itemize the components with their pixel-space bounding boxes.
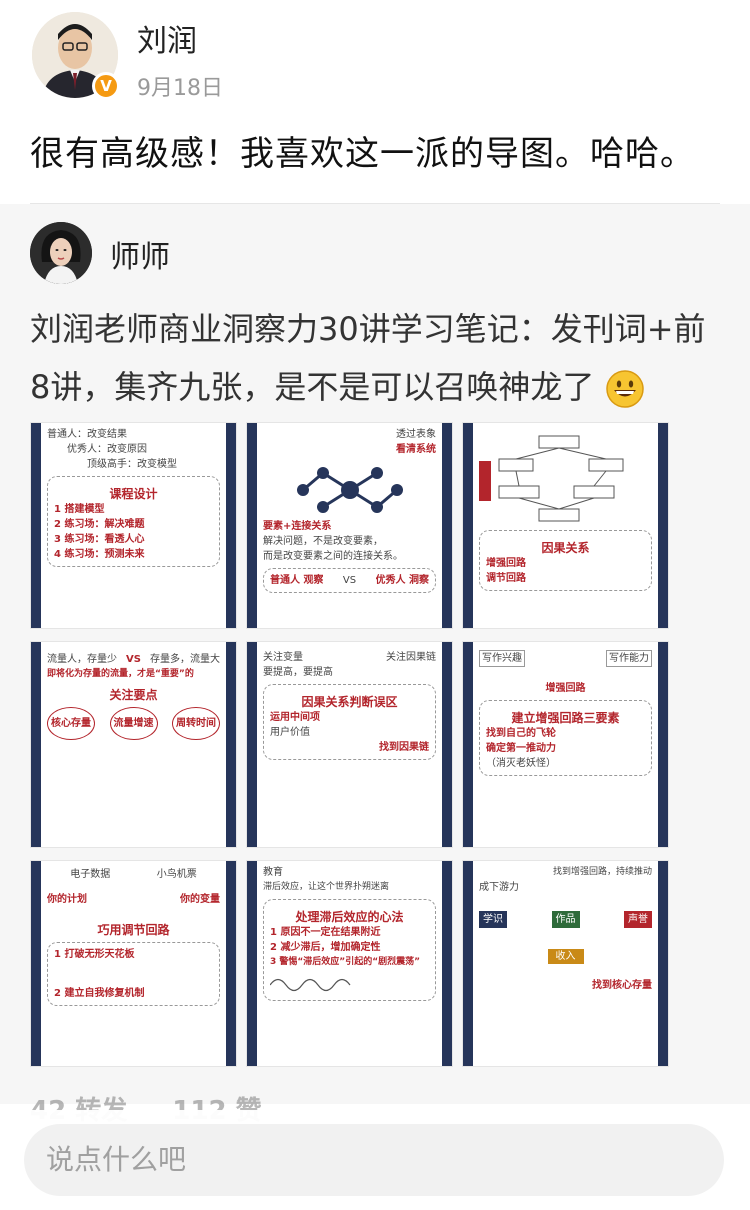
tile-item: （消灭老妖怪） xyxy=(486,758,556,769)
tile-text: 流量人，存量少 xyxy=(47,654,117,665)
tile-item: 4 练习场：预测未来 xyxy=(54,549,145,560)
mindmap-image-6[interactable]: 写作兴趣 写作能力 增强回路 建立增强回路三要素 找到自己的飞轮 确定第一推动力… xyxy=(462,641,669,848)
tile-text: 你的计划 xyxy=(47,894,87,905)
tile-item: 确定第一推动力 xyxy=(486,743,556,754)
tile-text: 关注因果链 xyxy=(386,652,436,663)
verified-badge-icon: V xyxy=(92,72,120,100)
tile-item: 周转时间 xyxy=(172,707,220,740)
tile-title: 找到核心存量 xyxy=(592,980,652,991)
tile-text: 你的变量 xyxy=(180,894,220,905)
tile-text: VS xyxy=(126,654,141,665)
tile-title: 因果关系判断误区 xyxy=(301,695,398,709)
reposted-content[interactable]: 师师 刘润老师商业洞察力30讲学习笔记：发刊词+前8讲，集齐九张，是不是可以召唤… xyxy=(0,204,750,1104)
tile-item: 3 练习场：看透人心 xyxy=(54,534,145,545)
mindmap-image-1[interactable]: 普通人：改变结果 优秀人：改变原因 顶级高手：改变模型 课程设计 1 搭建模型 … xyxy=(30,422,237,629)
tile-text: 普通人：改变结果 xyxy=(47,429,127,440)
tile-item: 普通人 观察 xyxy=(270,575,324,586)
tile-item: 流量增速 xyxy=(109,707,158,740)
tile-text: 关注变量 xyxy=(263,652,303,663)
tile-text: 电子数据 xyxy=(70,869,111,880)
tile-text: 存量多，流量大 xyxy=(149,654,220,665)
repost-author-name[interactable]: 师师 xyxy=(110,232,170,276)
tile-text: 成下游力 xyxy=(479,882,519,893)
comment-bar: 说点什么吧 xyxy=(0,1110,750,1210)
comment-input[interactable]: 说点什么吧 xyxy=(24,1124,724,1196)
tile-text: 写作兴趣 xyxy=(479,650,525,667)
author-name[interactable]: 刘润 xyxy=(137,16,197,60)
mindmap-image-9[interactable]: 找到增强回路，持续推动 成下游力 学识 作品 声誉 收入 找到核心存量 xyxy=(462,860,669,1067)
tile-item: 核心存量 xyxy=(47,707,95,740)
post-text: 很有高级感！我喜欢这一派的导图。哈哈。 xyxy=(30,134,695,174)
tile-item: 声誉 xyxy=(624,911,652,928)
tile-title: 课程设计 xyxy=(109,487,158,501)
tile-item: 收入 xyxy=(547,949,584,964)
tile-item: 找到因果链 xyxy=(379,742,429,753)
tile-text: 透过表象 xyxy=(396,429,436,440)
tile-item: 2 建立自我修复机制 xyxy=(54,988,145,999)
tile-item: 2 练习场：解决难题 xyxy=(54,519,145,530)
mindmap-image-4[interactable]: 流量人，存量少 VS 存量多，流量大 即将化为存量的流量，才是“重要”的 关注要… xyxy=(30,641,237,848)
tile-item: 运用中间项 xyxy=(270,712,320,723)
flow-diagram-icon xyxy=(479,435,624,522)
tile-title: 处理滞后效应的心法 xyxy=(295,910,404,924)
tile-item: 优秀人 洞察 xyxy=(375,575,429,586)
mindmap-image-7[interactable]: 电子数据 小鸟机票 你的计划 你的变量 巧用调节回路 1 打破无形天花板 2 建… xyxy=(30,860,237,1067)
wave-chart-icon xyxy=(270,978,351,992)
tile-item: 1 搭建模型 xyxy=(54,504,105,515)
network-diagram-icon xyxy=(297,467,403,513)
tile-item: 作品 xyxy=(551,911,580,928)
tile-text: 即将化为存量的流量，才是“重要”的 xyxy=(47,669,194,679)
mindmap-image-3[interactable]: 因果关系 增强回路 调节回路 xyxy=(462,422,669,629)
tile-text: 顶级高手：改变模型 xyxy=(87,459,177,470)
tile-item: 找到自己的飞轮 xyxy=(486,728,556,739)
tile-item: 增强回路 xyxy=(486,558,526,569)
mindmap-image-5[interactable]: 关注变量 关注因果链 要提高，要提高 因果关系判断误区 运用中间项 用户价值 找… xyxy=(246,641,453,848)
tile-item: 学识 xyxy=(479,911,507,928)
tile-item: 1 打破无形天花板 xyxy=(54,949,135,960)
repost-author-avatar[interactable] xyxy=(30,222,92,284)
tile-title: 建立增强回路三要素 xyxy=(511,711,620,725)
tile-item: VS xyxy=(342,575,357,586)
tile-text: 看清系统 xyxy=(396,444,436,455)
image-grid: 普通人：改变结果 优秀人：改变原因 顶级高手：改变模型 课程设计 1 搭建模型 … xyxy=(30,422,670,1070)
mindmap-image-2[interactable]: 透过表象 看清系统 要素+连接关系 解决问题，不是改变要素， 而是改变要素之间的… xyxy=(246,422,453,629)
tile-text: 写作能力 xyxy=(606,650,652,667)
tile-text: 解决问题，不是改变要素， xyxy=(263,536,383,547)
post-date: 9月18日 xyxy=(137,76,223,101)
tile-text: 而是改变要素之间的连接关系。 xyxy=(263,551,403,562)
tile-text: 要提高，要提高 xyxy=(263,667,333,678)
tile-text: 找到增强回路，持续推动 xyxy=(552,867,652,877)
tile-title: 关注要点 xyxy=(109,688,158,702)
tile-item: 3 警惕“滞后效应”引起的“剧烈震荡” xyxy=(270,957,421,967)
tile-item: 调节回路 xyxy=(486,573,526,584)
tile-title: 巧用调节回路 xyxy=(97,923,170,937)
mindmap-image-8[interactable]: 教育 滞后效应，让这个世界扑朔迷离 处理滞后效应的心法 1 原因不一定在结果附近… xyxy=(246,860,453,1067)
tile-item: 2 减少滞后，增加确定性 xyxy=(270,942,381,953)
person-portrait-icon xyxy=(30,222,92,284)
tile-title: 因果关系 xyxy=(541,541,590,555)
repost-text: 刘润老师商业洞察力30讲学习笔记：发刊词+前8讲，集齐九张，是不是可以召唤神龙了 xyxy=(30,300,720,416)
tile-item: 1 原因不一定在结果附近 xyxy=(270,927,381,938)
tile-item: 用户价值 xyxy=(270,727,310,738)
tile-text: 增强回路 xyxy=(545,683,586,694)
tile-text: 优秀人：改变原因 xyxy=(67,444,147,455)
tile-title: 要素+连接关系 xyxy=(263,521,332,532)
tile-text: 小鸟机票 xyxy=(156,869,197,880)
grinning-face-emoji-icon xyxy=(605,370,644,408)
tile-text: 教育 xyxy=(263,867,283,878)
tile-text: 滞后效应，让这个世界扑朔迷离 xyxy=(263,882,390,892)
